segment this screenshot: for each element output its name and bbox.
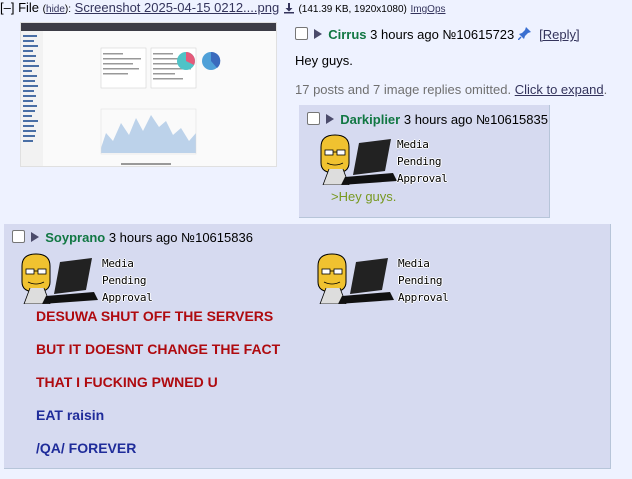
reply-header: Darkiplier 3 hours ago №10615835 (307, 112, 548, 127)
approval-label: Approval (102, 291, 153, 304)
approval-label: Approval (398, 291, 449, 304)
omitted-notice: 17 posts and 7 image replies omitted. Cl… (295, 82, 607, 97)
op-post-number[interactable]: №10615723 (442, 27, 514, 42)
sticky-pin-icon (517, 26, 532, 43)
pending-label: Pending (397, 155, 442, 168)
collapse-toggle[interactable]: [–] (0, 0, 14, 15)
reply-menu-toggle-icon[interactable] (30, 232, 39, 242)
filename-link[interactable]: Screenshot 2025-04-15 0212....png (75, 0, 280, 15)
reply-timestamp: 3 hours ago (403, 112, 473, 127)
reply-select-checkbox[interactable] (307, 112, 320, 125)
op-post-header: Cirrus 3 hours ago №10615723 [Reply] (295, 26, 580, 43)
op-select-checkbox[interactable] (295, 27, 308, 40)
message-line: DESUWA SHUT OFF THE SERVERS (36, 308, 274, 324)
omitted-text: 17 posts and 7 image replies omitted. (295, 82, 512, 97)
quote-greentext: >Hey guys. (331, 189, 397, 204)
pending-label: Pending (102, 274, 147, 287)
reply-post: Soyprano 3 hours ago №10615836 Media Pen… (4, 224, 611, 469)
download-icon[interactable] (283, 2, 295, 17)
file-meta: (141.39 KB, 1920x1080) (298, 4, 407, 15)
op-menu-toggle-icon[interactable] (313, 29, 322, 39)
approval-label: Approval (397, 172, 448, 185)
op-image-thumbnail[interactable] (20, 22, 277, 167)
message-line: BUT IT DOESNT CHANGE THE FACT (36, 341, 281, 357)
reply-post-number[interactable]: №10615835 (476, 112, 548, 127)
op-poster-name: Cirrus (328, 27, 367, 42)
file-label: File (18, 0, 40, 15)
message-line: EAT raisin (36, 407, 105, 423)
reply-post-number[interactable]: №10615836 (181, 230, 253, 245)
media-pending-thumbnail[interactable]: Media Pending Approval (315, 133, 455, 185)
message-line: THAT I FUCKING PWNED U (36, 374, 218, 390)
reply-timestamp: 3 hours ago (108, 230, 178, 245)
media-label: Media (102, 257, 134, 270)
media-label: Media (398, 257, 430, 270)
op-reply-link[interactable]: [Reply] (539, 27, 579, 42)
media-pending-thumbnail[interactable]: Media Pending Approval (312, 252, 452, 304)
omitted-period: . (603, 82, 608, 97)
reply-poster-name: Darkiplier (340, 112, 401, 127)
media-label: Media (397, 138, 429, 151)
file-info-bar: [–] File (hide): Screenshot 2025-04-15 0… (0, 0, 446, 17)
reply-header: Soyprano 3 hours ago №10615836 (12, 230, 253, 245)
op-message: Hey guys. (295, 53, 353, 68)
hide-link[interactable]: hide (46, 4, 65, 15)
op-timestamp: 3 hours ago (370, 27, 439, 42)
media-pending-thumbnail[interactable]: Media Pending Approval (16, 252, 156, 304)
message-line: /QA/ FOREVER (36, 440, 137, 456)
pending-label: Pending (398, 274, 443, 287)
expand-link[interactable]: Click to expand (515, 82, 604, 97)
imgops-link[interactable]: ImgOps (411, 4, 446, 15)
reply-menu-toggle-icon[interactable] (325, 114, 334, 124)
reply-poster-name: Soyprano (45, 230, 106, 245)
reply-select-checkbox[interactable] (12, 230, 25, 243)
reply-post: Darkiplier 3 hours ago №10615835 Media P… (299, 105, 550, 218)
